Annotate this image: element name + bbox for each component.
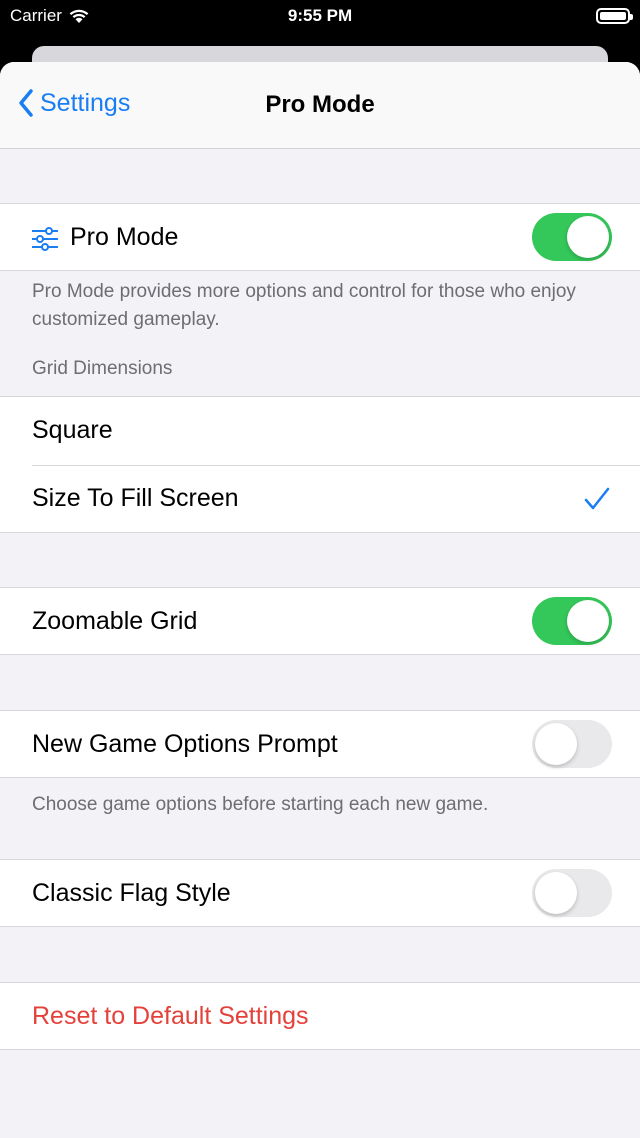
pro-mode-footnote: Pro Mode provides more options and contr… <box>32 281 576 330</box>
pro-mode-label: Pro Mode <box>70 223 179 251</box>
settings-sheet: Settings Pro Mode Pro Mode Pro Mode prov… <box>0 62 640 1138</box>
classic-flag-label: Classic Flag Style <box>32 879 231 907</box>
grid-option-label: Size To Fill Screen <box>32 484 239 512</box>
zoomable-grid-label: Zoomable Grid <box>32 607 198 635</box>
sliders-icon <box>32 227 58 251</box>
grid-dimensions-header: Grid Dimensions <box>32 358 173 379</box>
reset-defaults-button[interactable]: Reset to Default Settings <box>0 982 640 1050</box>
page-title: Pro Mode <box>265 91 375 118</box>
toggle-knob <box>567 600 609 642</box>
grid-option-size-to-fill[interactable]: Size To Fill Screen <box>0 465 640 533</box>
checkmark-icon <box>584 487 610 510</box>
toggle-knob <box>535 723 577 765</box>
status-bar: Carrier 9:55 PM <box>0 0 640 34</box>
zoomable-grid-row: Zoomable Grid <box>0 587 640 655</box>
navigation-bar: Settings Pro Mode <box>0 62 640 149</box>
clock: 9:55 PM <box>287 6 353 25</box>
toggle-knob <box>567 216 609 258</box>
pro-mode-toggle[interactable] <box>532 213 612 261</box>
grid-options-group: Square Size To Fill Screen <box>0 396 640 533</box>
zoomable-grid-toggle[interactable] <box>532 597 612 645</box>
reset-label: Reset to Default Settings <box>32 1002 309 1030</box>
pro-mode-row: Pro Mode <box>0 203 640 271</box>
new-game-prompt-row: New Game Options Prompt <box>0 710 640 778</box>
new-game-prompt-label: New Game Options Prompt <box>32 730 338 758</box>
new-game-footnote: Choose game options before starting each… <box>32 794 489 815</box>
classic-flag-row: Classic Flag Style <box>0 859 640 927</box>
new-game-prompt-toggle[interactable] <box>532 720 612 768</box>
grid-option-label: Square <box>32 416 113 444</box>
toggle-knob <box>535 872 577 914</box>
classic-flag-toggle[interactable] <box>532 869 612 917</box>
battery-icon <box>596 8 633 24</box>
grid-option-square[interactable]: Square <box>0 397 640 465</box>
